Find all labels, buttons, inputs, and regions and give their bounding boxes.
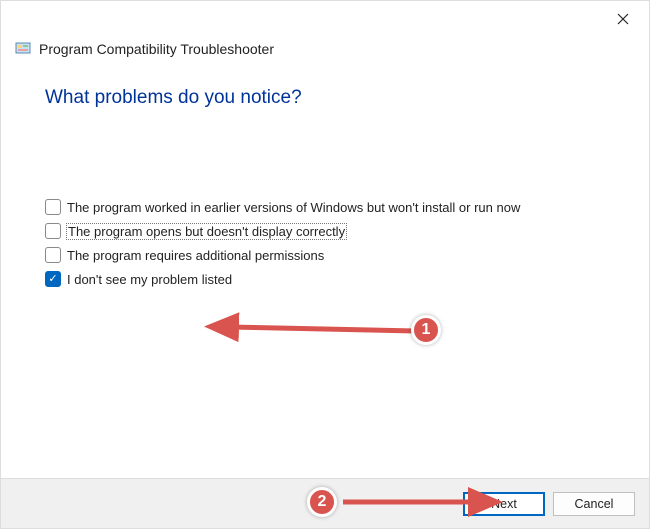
checkbox-icon — [45, 247, 61, 263]
next-button[interactable]: Next — [463, 492, 545, 516]
option-permissions[interactable]: The program requires additional permissi… — [45, 247, 605, 263]
window-title: Program Compatibility Troubleshooter — [39, 41, 274, 57]
content-area: What problems do you notice? The program… — [1, 69, 649, 287]
annotation-badge-1: 1 — [411, 315, 441, 345]
checkbox-icon — [45, 223, 61, 239]
checkbox-checked-icon: ✓ — [45, 271, 61, 287]
troubleshooter-icon — [15, 41, 31, 57]
option-label: I don't see my problem listed — [67, 272, 232, 287]
close-icon — [617, 13, 629, 25]
option-label: The program opens but doesn't display co… — [67, 224, 346, 239]
option-earlier-versions[interactable]: The program worked in earlier versions o… — [45, 199, 605, 215]
option-label: The program worked in earlier versions o… — [67, 200, 520, 215]
header-row: Program Compatibility Troubleshooter — [1, 35, 649, 69]
checkbox-icon — [45, 199, 61, 215]
cancel-button[interactable]: Cancel — [553, 492, 635, 516]
option-display-incorrectly[interactable]: The program opens but doesn't display co… — [45, 223, 605, 239]
option-not-listed[interactable]: ✓ I don't see my problem listed — [45, 271, 605, 287]
titlebar — [1, 1, 649, 35]
close-button[interactable] — [603, 5, 643, 33]
troubleshooter-window: Program Compatibility Troubleshooter Wha… — [0, 0, 650, 529]
option-label: The program requires additional permissi… — [67, 248, 324, 263]
problem-options-list: The program worked in earlier versions o… — [45, 199, 605, 287]
page-heading: What problems do you notice? — [45, 87, 605, 109]
annotation-arrow-1 — [211, 311, 441, 351]
footer-bar: Next Cancel — [1, 478, 649, 528]
